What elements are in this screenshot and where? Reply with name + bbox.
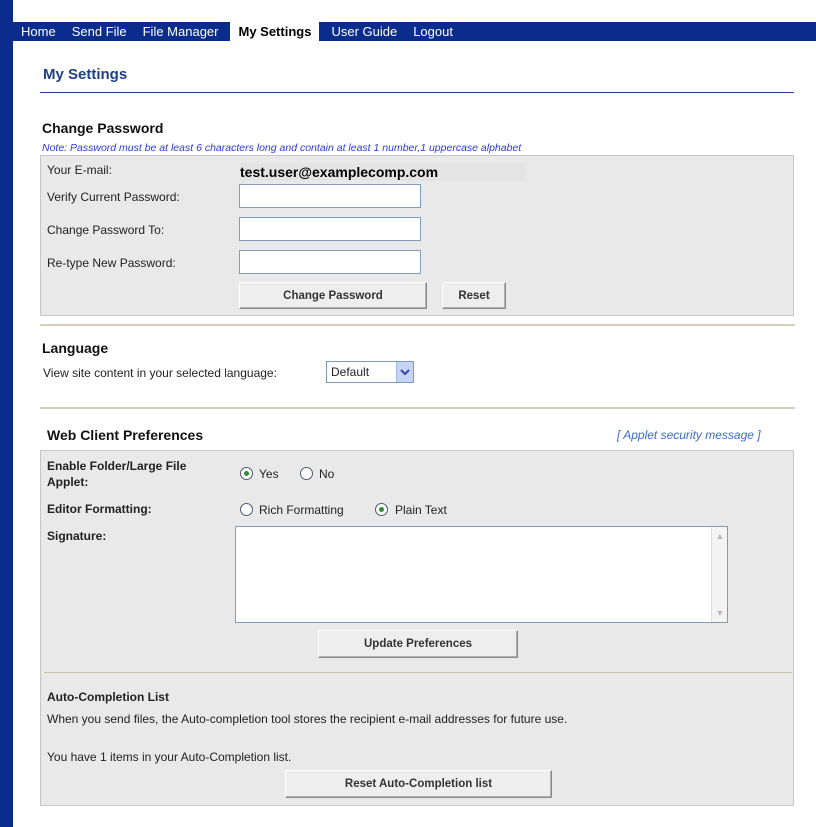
- reset-button[interactable]: Reset: [442, 282, 506, 309]
- retype-password-label: Re-type New Password:: [47, 256, 176, 270]
- nav-my-settings[interactable]: My Settings: [230, 22, 320, 41]
- scroll-up-icon[interactable]: ▲: [713, 529, 727, 543]
- nav-file-manager[interactable]: File Manager: [135, 22, 227, 41]
- verify-password-label: Verify Current Password:: [47, 190, 180, 204]
- editor-formatting-label: Editor Formatting:: [47, 502, 152, 516]
- signature-textarea[interactable]: ▲ ▼: [235, 526, 728, 623]
- autocomplete-heading: Auto-Completion List: [47, 690, 169, 704]
- title-divider: [40, 92, 794, 93]
- applet-yes-radio[interactable]: [240, 467, 253, 480]
- rich-formatting-label: Rich Formatting: [259, 503, 344, 517]
- applet-security-link[interactable]: [ Applet security message ]: [617, 428, 761, 442]
- new-password-label: Change Password To:: [47, 223, 165, 237]
- applet-no-radio[interactable]: [300, 467, 313, 480]
- section-divider: [40, 324, 795, 326]
- applet-label: Enable Folder/Large File Applet:: [47, 459, 187, 489]
- change-password-heading: Change Password: [42, 120, 164, 136]
- top-nav: Home Send File File Manager My Settings …: [13, 22, 816, 41]
- password-note: Note: Password must be at least 6 charac…: [42, 142, 522, 154]
- reset-autocomplete-button[interactable]: Reset Auto-Completion list: [285, 770, 552, 798]
- scroll-down-icon[interactable]: ▼: [713, 606, 727, 620]
- email-value: test.user@examplecomp.com: [240, 163, 526, 181]
- update-preferences-button[interactable]: Update Preferences: [318, 630, 518, 658]
- retype-password-input[interactable]: [239, 250, 421, 274]
- plain-text-label: Plain Text: [395, 503, 447, 517]
- language-select[interactable]: Default: [326, 361, 414, 383]
- autocomplete-description: When you send files, the Auto-completion…: [47, 712, 568, 726]
- nav-logout[interactable]: Logout: [405, 22, 461, 41]
- page-title: My Settings: [43, 66, 128, 83]
- nav-home[interactable]: Home: [13, 22, 64, 41]
- signature-label: Signature:: [47, 529, 107, 543]
- inner-divider: [44, 672, 792, 673]
- autocomplete-count: You have 1 items in your Auto-Completion…: [47, 750, 292, 764]
- left-accent-bar: [0, 0, 13, 827]
- language-heading: Language: [42, 340, 109, 356]
- new-password-input[interactable]: [239, 217, 421, 241]
- language-select-value: Default: [331, 365, 370, 379]
- email-label: Your E-mail:: [47, 163, 112, 177]
- applet-no-label: No: [319, 467, 335, 481]
- change-password-button[interactable]: Change Password: [239, 282, 427, 309]
- chevron-down-icon[interactable]: [396, 362, 413, 382]
- plain-text-radio[interactable]: [375, 503, 388, 516]
- verify-password-input[interactable]: [239, 184, 421, 208]
- rich-formatting-radio[interactable]: [240, 503, 253, 516]
- nav-user-guide[interactable]: User Guide: [323, 22, 405, 41]
- signature-scrollbar[interactable]: ▲ ▼: [711, 527, 727, 622]
- language-description: View site content in your selected langu…: [43, 366, 277, 380]
- section-divider: [40, 407, 795, 409]
- nav-send-file[interactable]: Send File: [64, 22, 135, 41]
- applet-yes-label: Yes: [259, 467, 279, 481]
- web-client-heading: Web Client Preferences: [47, 427, 204, 443]
